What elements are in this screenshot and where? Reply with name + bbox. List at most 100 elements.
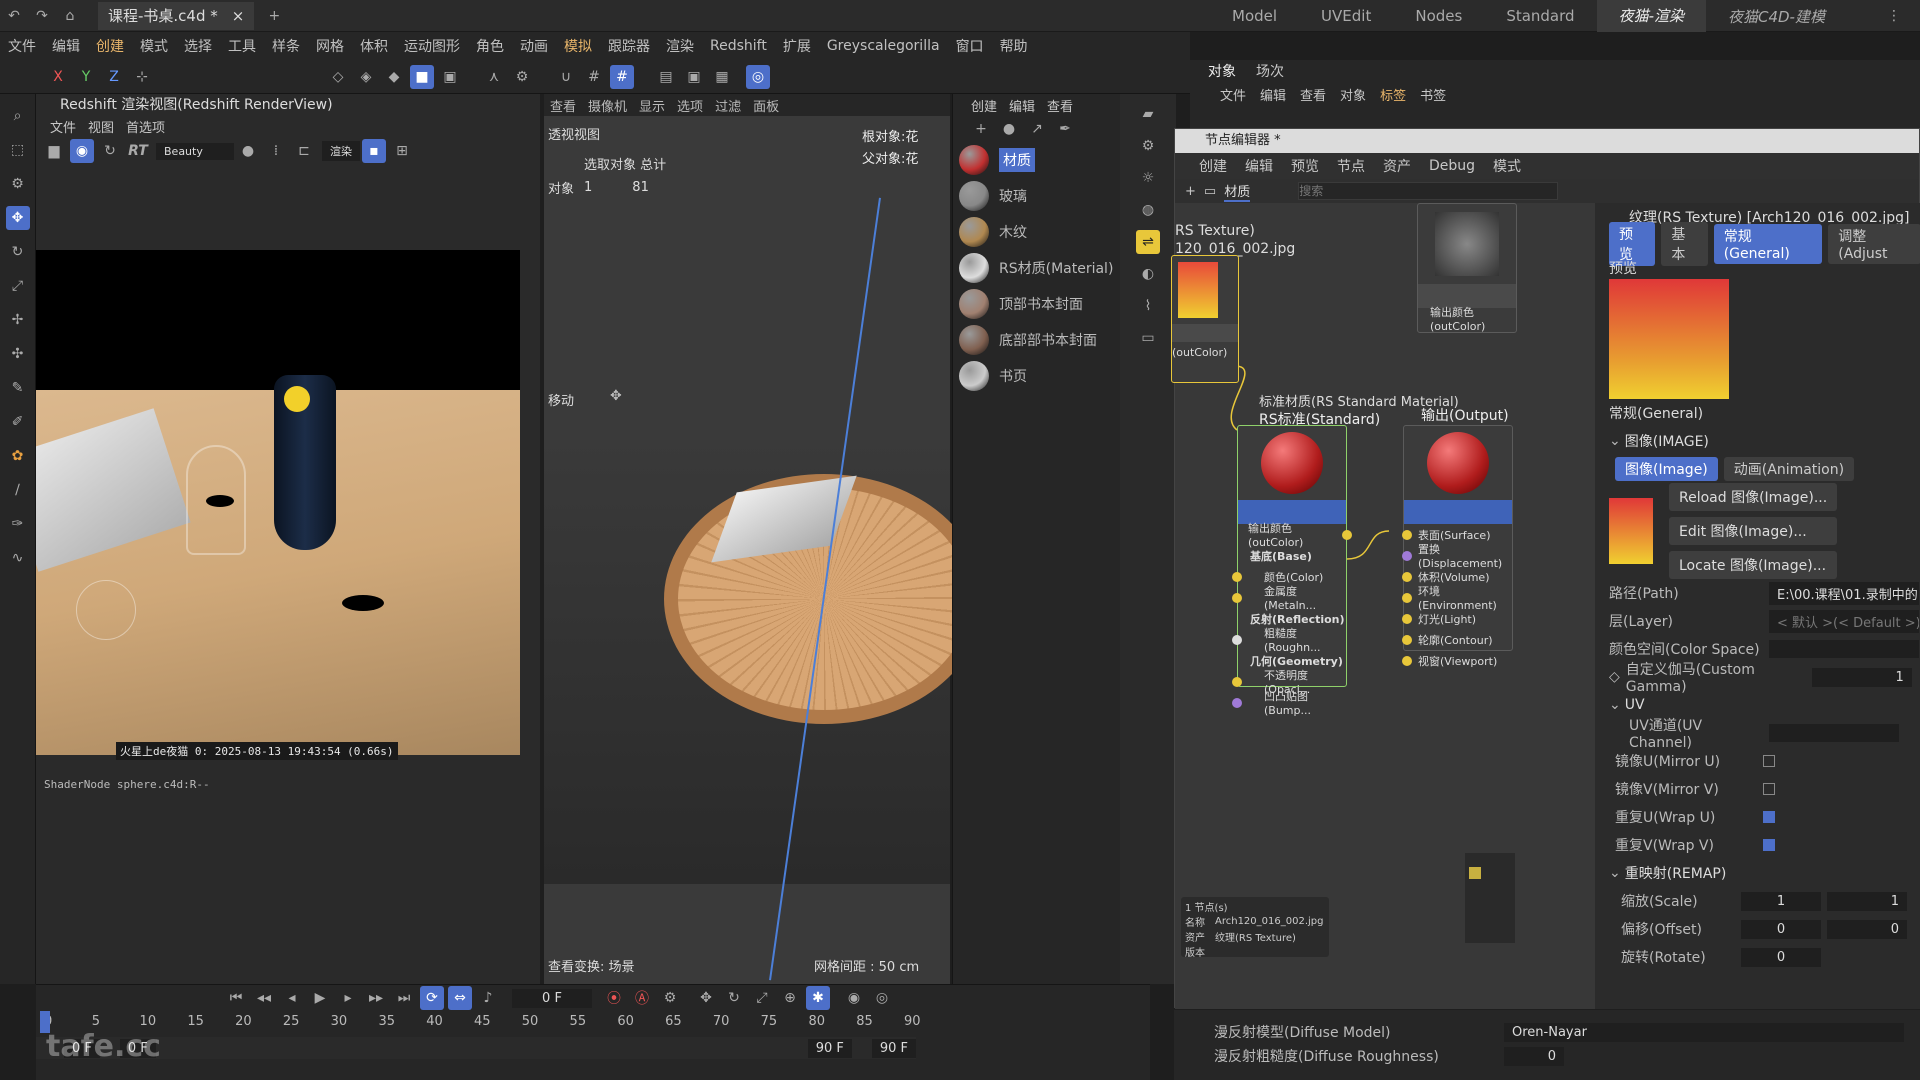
menu-render[interactable]: 渲染 [658, 36, 702, 56]
ne-menu-mode[interactable]: 模式 [1484, 156, 1530, 176]
arrow-icon[interactable]: ↗ [1025, 117, 1049, 141]
sound-icon[interactable]: ♪ [476, 986, 500, 1010]
edge-mode-icon[interactable]: ◈ [354, 65, 378, 89]
layout-uvedit[interactable]: UVEdit [1299, 7, 1393, 25]
rv-menu-view[interactable]: 视图 [82, 117, 120, 136]
exchange-icon[interactable]: ⇌ [1136, 230, 1160, 254]
wrap-u-checkbox[interactable] [1763, 811, 1775, 823]
goto-start-icon[interactable]: ⏮ [224, 986, 248, 1010]
vp-menu-panel[interactable]: 面板 [747, 96, 785, 115]
menu-edit[interactable]: 编辑 [44, 36, 88, 56]
locate-image-button[interactable]: Locate 图像(Image)... [1669, 551, 1838, 579]
crop-icon[interactable]: ⊏ [292, 139, 316, 163]
tab-adjust[interactable]: 调整(Adjust [1828, 224, 1920, 264]
tab-animation[interactable]: 动画(Animation) [1723, 457, 1855, 481]
layout-render[interactable]: 夜猫-渲染 [1596, 0, 1706, 32]
image-group[interactable]: ⌄ 图像(IMAGE) [1595, 427, 1920, 455]
node-graph[interactable]: 输出颜色(outColor) RS Texture) 120_016_002.j… [1171, 203, 1595, 1009]
rt-toggle[interactable]: RT [126, 139, 150, 163]
transform-icon[interactable]: ✢ [6, 308, 30, 332]
layout-modeling[interactable]: 夜猫C4D-建模 [1706, 6, 1847, 27]
eyedropper-icon[interactable]: ✒ [1053, 117, 1077, 141]
film-icon[interactable]: ▭ [1136, 326, 1160, 350]
grid-view-icon[interactable]: ⊞ [390, 139, 414, 163]
offset-y-field[interactable]: 0 [1827, 919, 1907, 939]
ne-menu-create[interactable]: 创建 [1175, 156, 1236, 176]
loop-icon[interactable]: ⟳ [420, 986, 444, 1010]
tag-icon[interactable]: ◐ [1136, 262, 1160, 286]
input-port[interactable]: 视窗(Viewport) [1402, 650, 1512, 671]
render-region-icon[interactable]: ▤ [654, 65, 678, 89]
rgb-icon[interactable]: ● [236, 139, 260, 163]
range-icon[interactable]: ⇔ [448, 986, 472, 1010]
port-dot[interactable] [1402, 655, 1412, 666]
menu-tools[interactable]: 工具 [220, 36, 264, 56]
add-node-icon[interactable]: + [1185, 184, 1196, 199]
menu-redshift[interactable]: Redshift [702, 38, 775, 54]
lock-icon[interactable]: ▪ [362, 139, 386, 163]
output-port[interactable]: 输出颜色(outColor) [1238, 522, 1352, 549]
port-dot[interactable] [1402, 613, 1412, 624]
clip-icon[interactable]: ⌇ [1136, 294, 1160, 318]
range-end-field[interactable]: 90 F [807, 1038, 852, 1058]
vp-menu-options[interactable]: 选项 [671, 96, 709, 115]
undo-icon[interactable]: ↶ [2, 4, 26, 28]
model-mode-icon[interactable]: ■ [410, 64, 434, 89]
path-field[interactable]: E:\00.课程\01.录制中的 [1769, 581, 1919, 605]
layout-standard[interactable]: Standard [1484, 7, 1596, 25]
node-output-port[interactable]: 输出颜色(outColor) [1418, 306, 1516, 333]
snapshot-icon[interactable]: ▆ [42, 139, 66, 163]
menu-help[interactable]: 帮助 [992, 36, 1036, 56]
output-node[interactable]: 表面(Surface) 置换(Displacement) 体积(Volume) 环境(… [1402, 425, 1513, 668]
layer-select[interactable]: < 默认 >(< Default >) [1769, 609, 1919, 633]
play-icon[interactable]: ▶ [308, 986, 332, 1010]
texture-out-port[interactable]: (outColor) [1172, 342, 1238, 363]
input-port[interactable]: 粗糙度(Roughn... [1232, 627, 1346, 654]
port-dot[interactable] [1232, 697, 1242, 708]
port-dot[interactable] [1232, 634, 1242, 645]
rotate-field[interactable]: 0 [1741, 947, 1821, 967]
motion-icon[interactable]: ◉ [842, 986, 866, 1010]
home-icon[interactable]: ⌂ [58, 4, 82, 28]
input-port[interactable]: 轮廓(Contour) [1402, 629, 1512, 650]
object-mode-icon[interactable]: ▣ [438, 65, 462, 89]
timeline-ruler[interactable]: 051015202530354045505560657075808590 [36, 1011, 921, 1035]
select-icon[interactable]: ⬚ [6, 138, 30, 162]
menu-greyscalegorilla[interactable]: Greyscalegorilla [819, 38, 948, 54]
globe-icon[interactable]: ◍ [1136, 198, 1160, 222]
move-tool-icon[interactable]: ✥ [5, 206, 30, 230]
brush-icon[interactable]: ∕ [6, 478, 30, 502]
axis-x-toggle[interactable]: X [46, 65, 70, 89]
ne-menu-debug[interactable]: Debug [1420, 158, 1484, 174]
search-icon[interactable]: ⌕ [6, 104, 30, 128]
menu-tracker[interactable]: 跟踪器 [600, 36, 658, 56]
menu-animate[interactable]: 动画 [512, 36, 556, 56]
port-dot[interactable] [1232, 592, 1242, 603]
obj-menu-view[interactable]: 查看 [1300, 85, 1326, 104]
render-image[interactable] [36, 250, 520, 755]
port-group[interactable]: 基底(Base) [1238, 545, 1346, 566]
prev-key-icon[interactable]: ◂◂ [252, 986, 276, 1010]
redo-icon[interactable]: ↷ [30, 4, 54, 28]
next-frame-icon[interactable]: ▸ [336, 986, 360, 1010]
autokey-icon[interactable]: Ⓐ [630, 986, 654, 1010]
snap-icon[interactable]: ⋏ [482, 65, 506, 89]
obj-menu-tags[interactable]: 标签 [1380, 85, 1406, 104]
edit-image-button[interactable]: Edit 图像(Image)... [1669, 517, 1838, 545]
light-icon[interactable]: ☼ [1136, 166, 1160, 190]
diffuse-model-select[interactable]: Oren-Nayar [1504, 1022, 1904, 1042]
tab-general[interactable]: 常规(General) [1713, 224, 1823, 264]
menu-spline[interactable]: 样条 [264, 36, 308, 56]
ne-menu-preview[interactable]: 预览 [1282, 156, 1328, 176]
mat-menu-create[interactable]: 创建 [971, 96, 997, 115]
paint-icon[interactable]: ✿ [6, 444, 30, 468]
goto-end-icon[interactable]: ⏭ [392, 986, 416, 1010]
mat-menu-edit[interactable]: 编辑 [1009, 96, 1035, 115]
dots-icon[interactable]: ⁞ [264, 139, 288, 163]
axis-y-toggle[interactable]: Y [74, 65, 98, 89]
scale-x-field[interactable]: 1 [1741, 891, 1821, 911]
mirror-u-checkbox[interactable] [1763, 755, 1775, 767]
ne-menu-edit[interactable]: 编辑 [1236, 156, 1282, 176]
pen-icon[interactable]: ✎ [6, 376, 30, 400]
gear-icon[interactable]: ⚙ [1136, 134, 1160, 158]
